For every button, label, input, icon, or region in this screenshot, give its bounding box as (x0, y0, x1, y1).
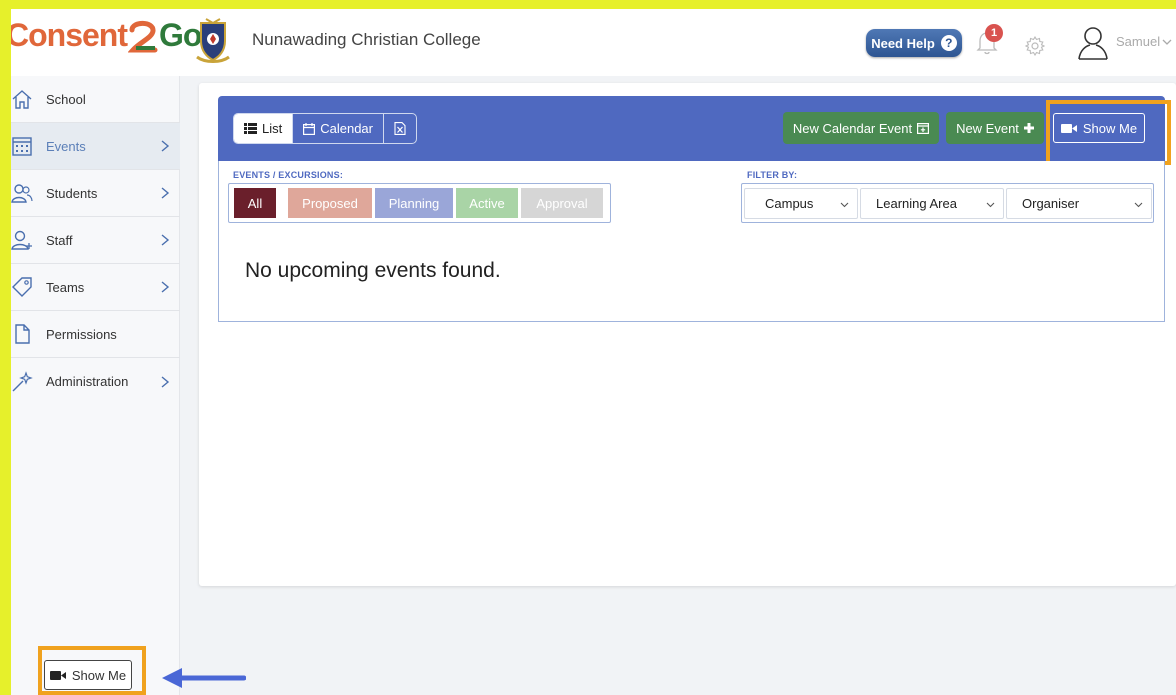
tag-icon (12, 277, 32, 297)
sidebar-item-events[interactable]: Events (0, 123, 180, 170)
question-icon: ? (940, 35, 957, 51)
status-all-button[interactable]: All (234, 188, 276, 218)
magic-wand-icon (12, 370, 33, 391)
calendar-plus-icon (917, 123, 930, 134)
organiser-select[interactable]: Organiser (1006, 188, 1152, 219)
events-section-label: EVENTS / EXCURSIONS: (233, 170, 344, 180)
user-menu[interactable]: Samuel (1116, 34, 1172, 49)
chevron-down-icon (1134, 202, 1143, 208)
new-calendar-event-button[interactable]: New Calendar Event (783, 112, 939, 144)
plus-icon (1023, 123, 1034, 133)
annotation-frame-top (0, 0, 1176, 9)
staff-icon (11, 230, 32, 250)
chevron-right-icon (161, 375, 170, 388)
new-event-button[interactable]: New Event (946, 112, 1044, 144)
sidebar-item-staff[interactable]: Staff (0, 217, 180, 264)
list-icon (244, 123, 257, 134)
gear-icon[interactable] (1025, 36, 1045, 56)
sidebar-item-school[interactable]: School (0, 76, 180, 123)
chevron-right-icon (161, 187, 170, 199)
consent2go-logo[interactable]: Consent Go (6, 17, 202, 54)
view-toggle-group: List Calendar (233, 113, 417, 144)
chevron-right-icon (161, 281, 170, 293)
sidebar-item-students[interactable]: Students (0, 170, 180, 217)
home-icon (12, 90, 32, 109)
sidebar-item-teams[interactable]: Teams (0, 264, 180, 311)
status-approval-button[interactable]: Approval (521, 188, 603, 218)
document-icon (15, 324, 30, 344)
chevron-down-icon (986, 202, 995, 208)
filter-section-label: FILTER BY: (747, 170, 798, 180)
need-help-button[interactable]: Need Help ? (866, 29, 962, 57)
campus-select[interactable]: Campus (744, 188, 858, 219)
annotation-arrow-left (162, 668, 246, 688)
app-header: Consent Go Nunawading Christian College N… (0, 0, 1176, 76)
learning-area-select[interactable]: Learning Area (860, 188, 1004, 219)
students-icon (11, 184, 33, 203)
chevron-right-icon (161, 140, 170, 152)
export-excel-button[interactable] (383, 114, 416, 143)
status-planning-button[interactable]: Planning (375, 188, 453, 218)
sidebar-item-administration[interactable]: Administration (0, 358, 180, 405)
view-list-button[interactable]: List (234, 114, 293, 143)
college-crest-icon (196, 18, 230, 63)
highlight-box-top (1046, 100, 1171, 165)
notification-badge: 1 (985, 24, 1003, 42)
highlight-box-bottom (38, 646, 146, 695)
chevron-down-icon (1162, 39, 1172, 45)
status-active-button[interactable]: Active (456, 188, 518, 218)
calendar-icon (303, 122, 316, 135)
empty-events-message: No upcoming events found. (245, 259, 501, 282)
annotation-frame-left (0, 0, 11, 695)
logo-2-mark (127, 18, 158, 54)
college-name: Nunawading Christian College (252, 30, 481, 49)
excel-file-icon (394, 122, 406, 135)
chevron-down-icon (840, 202, 849, 208)
sidebar-item-permissions[interactable]: Permissions (0, 311, 180, 358)
chevron-right-icon (161, 234, 170, 246)
user-avatar-icon[interactable] (1075, 25, 1111, 61)
status-proposed-button[interactable]: Proposed (288, 188, 372, 218)
view-calendar-button[interactable]: Calendar (292, 114, 383, 143)
calendar-icon (12, 137, 32, 156)
